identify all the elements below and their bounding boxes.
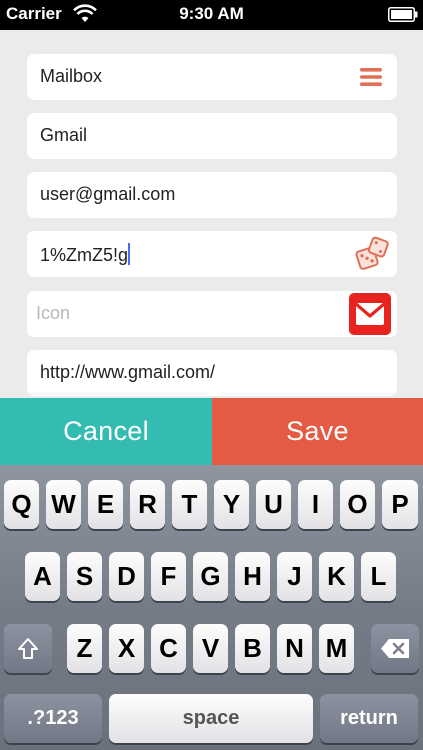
key-f[interactable]: F xyxy=(151,552,186,601)
password-value: 1%ZmZ5!g xyxy=(40,245,129,265)
key-s[interactable]: S xyxy=(67,552,102,601)
mailbox-label: Mailbox xyxy=(40,66,103,86)
key-q[interactable]: Q xyxy=(4,480,39,529)
key-x[interactable]: X xyxy=(109,624,144,673)
save-button[interactable]: Save xyxy=(212,398,423,465)
numbers-key[interactable]: .?123 xyxy=(4,694,102,743)
account-form: Mailbox Gmail user@gmail.com 1%ZmZ5!g Ic… xyxy=(0,30,423,398)
backspace-key[interactable] xyxy=(371,624,419,673)
key-a[interactable]: A xyxy=(25,552,60,601)
return-key[interactable]: return xyxy=(320,694,418,743)
key-z[interactable]: Z xyxy=(67,624,102,673)
key-j[interactable]: J xyxy=(277,552,312,601)
name-value: Gmail xyxy=(40,125,88,145)
key-c[interactable]: C xyxy=(151,624,186,673)
key-b[interactable]: B xyxy=(235,624,270,673)
key-e[interactable]: E xyxy=(88,480,123,529)
key-p[interactable]: P xyxy=(382,480,418,529)
password-input: 1%ZmZ5!g xyxy=(40,243,131,266)
key-w[interactable]: W xyxy=(46,480,81,529)
mailbox-selector[interactable]: Mailbox xyxy=(27,54,397,100)
keyboard: Q W E R T Y U I O P A S D F G H J K L Z … xyxy=(0,465,423,750)
shift-key[interactable] xyxy=(4,624,52,673)
key-r[interactable]: R xyxy=(130,480,165,529)
key-i[interactable]: I xyxy=(298,480,333,529)
menu-icon[interactable] xyxy=(360,68,382,86)
email-value: user@gmail.com xyxy=(40,184,176,204)
icon-placeholder: Icon xyxy=(36,303,71,323)
clock: 9:30 AM xyxy=(179,4,244,23)
mail-icon xyxy=(356,303,384,325)
backspace-icon xyxy=(381,639,409,658)
name-field[interactable]: Gmail xyxy=(27,113,397,159)
key-t[interactable]: T xyxy=(172,480,207,529)
email-field[interactable]: user@gmail.com xyxy=(27,172,397,218)
cancel-button[interactable]: Cancel xyxy=(0,398,212,465)
key-n[interactable]: N xyxy=(277,624,312,673)
shift-icon xyxy=(18,638,38,659)
text-caret xyxy=(128,243,131,265)
mail-icon-button[interactable] xyxy=(349,293,391,335)
key-h[interactable]: H xyxy=(235,552,270,601)
key-k[interactable]: K xyxy=(319,552,354,601)
key-m[interactable]: M xyxy=(319,624,354,673)
url-value: http://www.gmail.com/ xyxy=(40,362,216,382)
status-bar: Carrier 9:30 AM xyxy=(0,0,423,30)
key-v[interactable]: V xyxy=(193,624,228,673)
icon-field[interactable]: Icon xyxy=(27,291,397,337)
url-field[interactable]: http://www.gmail.com/ xyxy=(27,350,397,396)
dice-icon[interactable] xyxy=(354,236,390,272)
key-o[interactable]: O xyxy=(340,480,375,529)
key-g[interactable]: G xyxy=(193,552,228,601)
space-key[interactable]: space xyxy=(109,694,313,743)
key-l[interactable]: L xyxy=(361,552,396,601)
key-u[interactable]: U xyxy=(256,480,291,529)
key-y[interactable]: Y xyxy=(214,480,249,529)
battery-icon xyxy=(388,7,418,22)
password-field[interactable]: 1%ZmZ5!g xyxy=(27,231,397,277)
key-d[interactable]: D xyxy=(109,552,144,601)
